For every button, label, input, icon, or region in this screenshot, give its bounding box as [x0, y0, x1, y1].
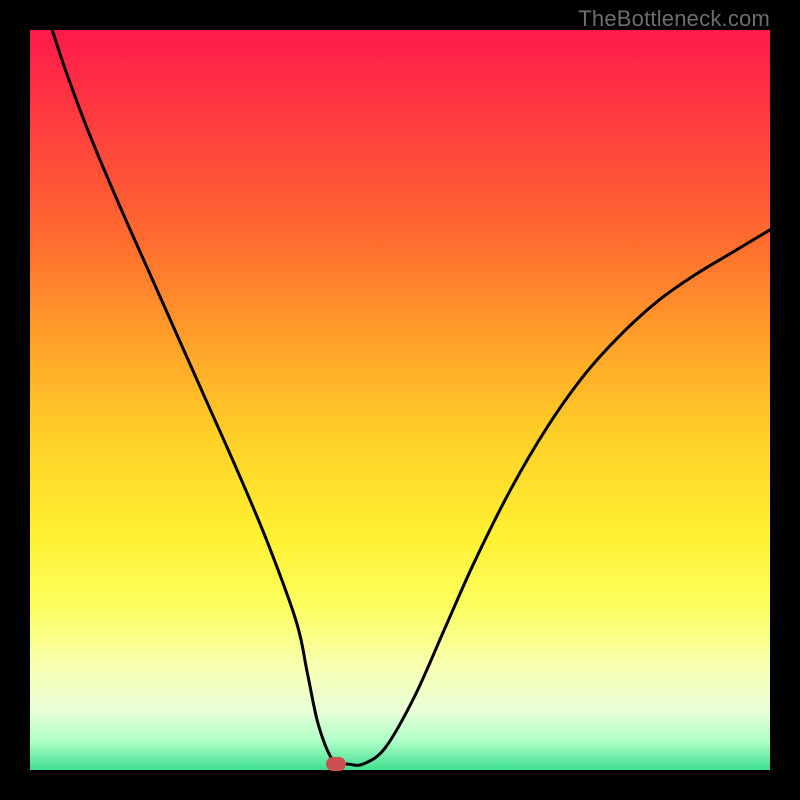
bottleneck-curve [30, 30, 770, 770]
chart-container: TheBottleneck.com [0, 0, 800, 800]
plot-area [28, 28, 772, 772]
bottleneck-marker [326, 757, 346, 771]
